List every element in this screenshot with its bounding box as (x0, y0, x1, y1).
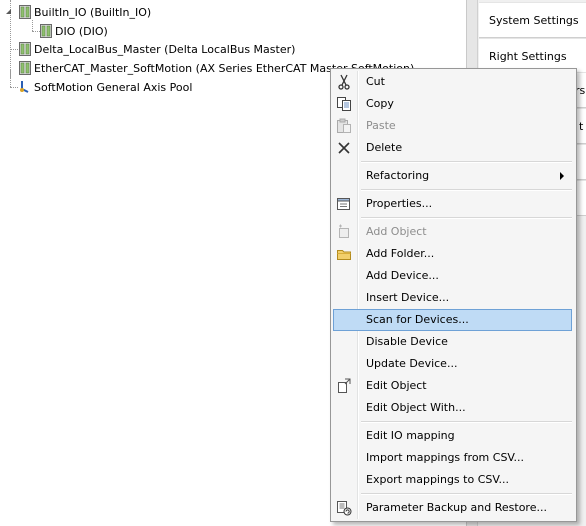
paste-icon (336, 118, 352, 134)
io-module-icon (19, 42, 31, 56)
menu-item-scan-for-devices[interactable]: Scan for Devices... (333, 309, 572, 331)
menu-item-label: Copy (366, 97, 394, 110)
menu-item-label: Refactoring (366, 169, 430, 182)
io-module-icon (19, 5, 31, 19)
menu-item-properties[interactable]: Properties... (333, 193, 572, 215)
panel-item-label: t (579, 119, 584, 133)
tree-connector (32, 20, 33, 31)
menu-item-label: Parameter Backup and Restore... (366, 501, 547, 514)
menu-separator (361, 161, 572, 163)
folder-icon (336, 246, 352, 262)
menu-item-label: Paste (366, 119, 396, 132)
tree-node-softmotion-axis-pool[interactable]: SoftMotion General Axis Pool (19, 78, 192, 96)
axis-pool-icon (19, 80, 31, 94)
context-menu: Cut Copy Paste Delete Refactoring Proper… (330, 68, 577, 522)
panel-item-system-settings[interactable]: System Settings (479, 2, 586, 38)
submenu-arrow-icon (560, 172, 564, 180)
menu-separator (361, 189, 572, 191)
menu-separator (361, 493, 572, 495)
menu-item-add-object[interactable]: Add Object (333, 221, 572, 243)
menu-item-label: Edit Object (366, 379, 427, 392)
menu-item-label: Import mappings from CSV... (366, 451, 525, 464)
menu-item-add-folder[interactable]: Add Folder... (333, 243, 572, 265)
panel-item-label: Right Settings (489, 49, 567, 63)
menu-item-delete[interactable]: Delete (333, 137, 572, 159)
tree-node-dio[interactable]: DIO (DIO) (40, 22, 108, 40)
menu-item-refactoring[interactable]: Refactoring (333, 165, 572, 187)
menu-item-edit-io-mapping[interactable]: Edit IO mapping (333, 425, 572, 447)
menu-item-label: Properties... (366, 197, 433, 210)
tree-node-label: Delta_LocalBus_Master (Delta LocalBus Ma… (34, 42, 296, 56)
tree-connector (10, 70, 11, 87)
menu-item-label: Edit Object With... (366, 401, 466, 414)
menu-separator (361, 217, 572, 219)
panel-item-label: System Settings (489, 13, 579, 27)
menu-item-label: Export mappings to CSV... (366, 473, 509, 486)
menu-item-paste[interactable]: Paste (333, 115, 572, 137)
menu-separator (361, 421, 572, 423)
tree-connector (10, 49, 18, 50)
tree-node-builtin-io[interactable]: BuiltIn_IO (BuiltIn_IO) (19, 3, 151, 21)
tree-node-label: SoftMotion General Axis Pool (34, 80, 193, 94)
menu-item-parameter-backup-restore[interactable]: Parameter Backup and Restore... (333, 497, 572, 519)
io-module-icon (19, 61, 31, 75)
menu-item-update-device[interactable]: Update Device... (333, 353, 572, 375)
menu-item-edit-object-with[interactable]: Edit Object With... (333, 397, 572, 419)
menu-item-copy[interactable]: Copy (333, 93, 572, 115)
add-object-icon (336, 224, 352, 240)
io-module-icon (40, 24, 52, 38)
tree-connector (32, 31, 40, 32)
collapse-arrow-icon[interactable] (4, 7, 13, 16)
tree-connector (10, 87, 18, 88)
menu-item-label: Add Folder... (366, 247, 435, 260)
menu-item-label: Update Device... (366, 357, 458, 370)
menu-item-add-device[interactable]: Add Device... (333, 265, 572, 287)
menu-item-label: Add Object (366, 225, 427, 238)
menu-item-label: Insert Device... (366, 291, 450, 304)
menu-item-import-mappings[interactable]: Import mappings from CSV... (333, 447, 572, 469)
menu-item-label: Add Device... (366, 269, 439, 282)
menu-item-disable-device[interactable]: Disable Device (333, 331, 572, 353)
cut-icon (336, 74, 352, 90)
copy-icon (336, 96, 352, 112)
menu-item-cut[interactable]: Cut (333, 71, 572, 93)
delete-icon (336, 140, 352, 156)
menu-item-label: Disable Device (366, 335, 448, 348)
tree-node-delta-localbus-master[interactable]: Delta_LocalBus_Master (Delta LocalBus Ma… (19, 40, 295, 58)
tree-node-label: DIO (DIO) (55, 24, 108, 38)
backup-restore-icon (336, 500, 352, 516)
menu-item-label: Scan for Devices... (366, 313, 469, 326)
menu-item-label: Delete (366, 141, 403, 154)
edit-object-icon (336, 378, 352, 394)
menu-item-export-mappings[interactable]: Export mappings to CSV... (333, 469, 572, 491)
properties-icon (336, 196, 352, 212)
menu-item-edit-object[interactable]: Edit Object (333, 375, 572, 397)
menu-item-label: Cut (366, 75, 385, 88)
menu-item-insert-device[interactable]: Insert Device... (333, 287, 572, 309)
tree-node-label: BuiltIn_IO (BuiltIn_IO) (34, 5, 152, 19)
menu-item-label: Edit IO mapping (366, 429, 455, 442)
